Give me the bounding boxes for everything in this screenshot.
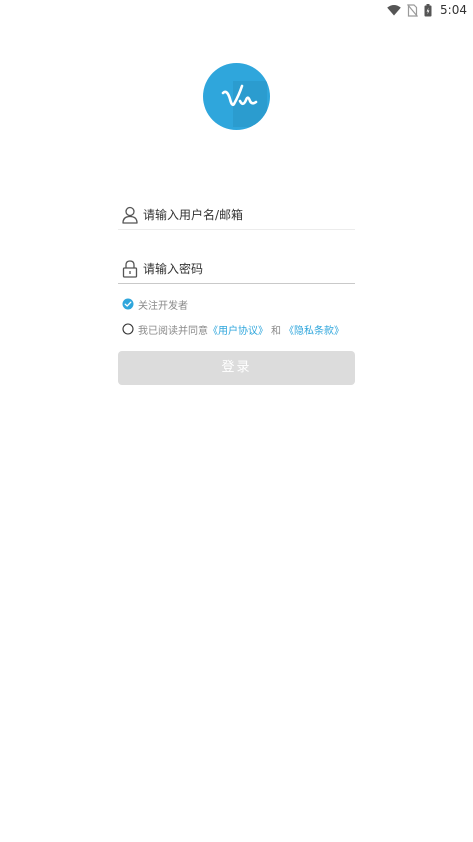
agreement-prefix: 我已阅读并同意: [138, 325, 208, 337]
follow-developer-label: 关注开发者: [138, 300, 188, 312]
user-agreement-link[interactable]: 《用户协议》: [208, 322, 268, 337]
lock-icon: [122, 260, 138, 278]
signature-logo-icon: [221, 81, 267, 127]
no-sim-icon: [407, 3, 419, 17]
privacy-policy-link[interactable]: 《隐私条款》: [284, 322, 344, 337]
battery-icon: [424, 3, 432, 16]
status-icons: 5:04: [387, 2, 467, 18]
login-button[interactable]: 登录: [118, 351, 355, 385]
unchecked-circle-icon[interactable]: [122, 323, 134, 335]
password-input[interactable]: [143, 260, 348, 278]
agreement-and: 和: [271, 325, 281, 337]
agreement-row[interactable]: 我已阅读并同意 《用户协议》 和 《隐私条款》: [122, 322, 344, 337]
follow-developer-row[interactable]: 关注开发者: [122, 297, 188, 312]
user-icon: [122, 206, 138, 224]
app-logo: [203, 63, 270, 130]
username-input[interactable]: [143, 206, 348, 224]
wifi-icon: [387, 5, 401, 16]
status-bar: 5:04: [0, 0, 473, 20]
username-field: [118, 201, 355, 230]
checked-circle-icon[interactable]: [122, 298, 134, 310]
password-field: [118, 255, 355, 284]
status-time: 5:04: [440, 3, 467, 17]
